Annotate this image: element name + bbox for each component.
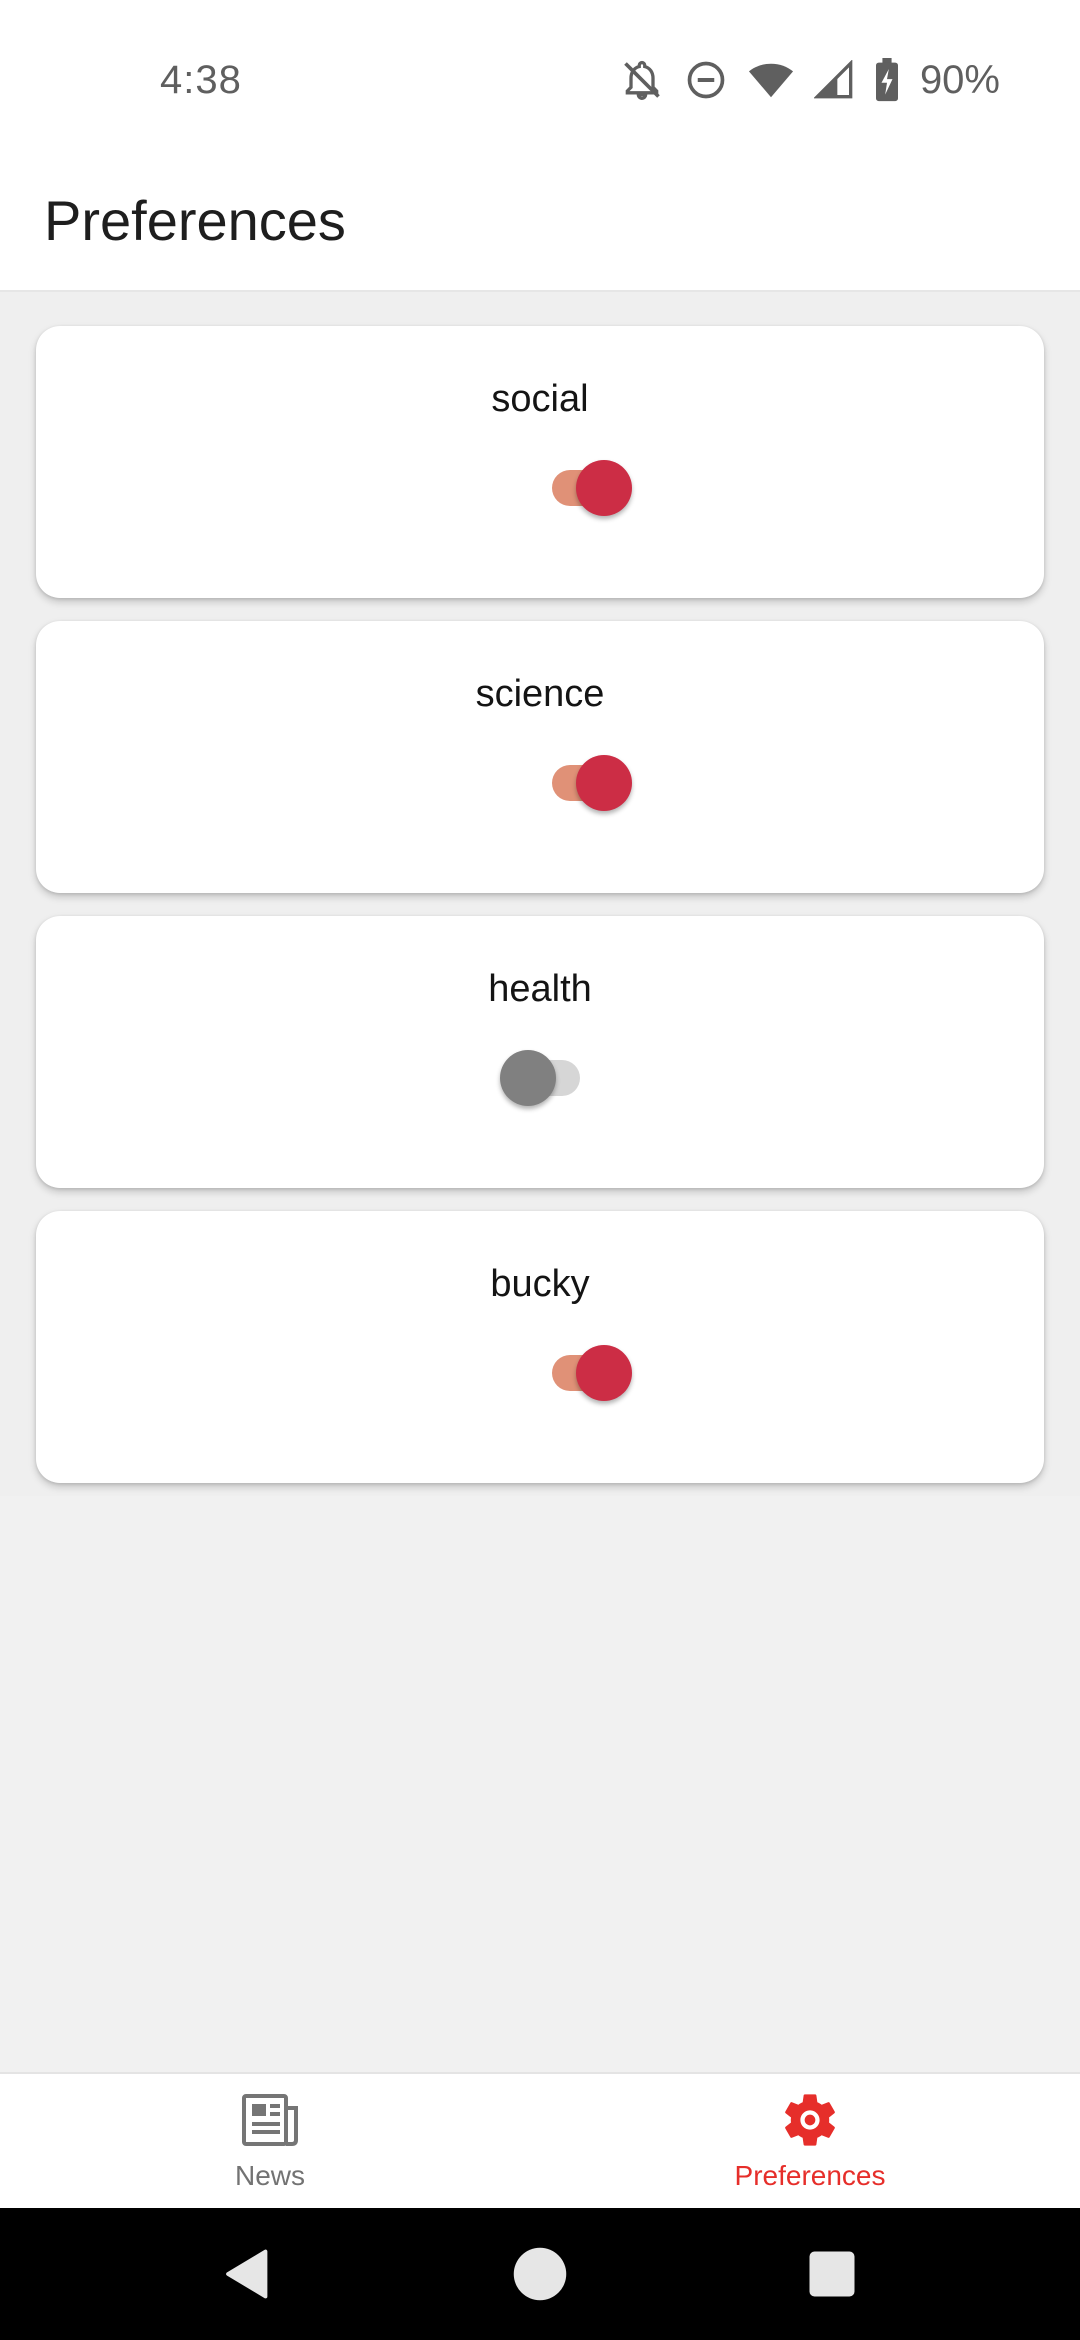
system-navigation-bar — [0, 2208, 1080, 2340]
switch-thumb — [576, 1345, 632, 1401]
preference-label: social — [491, 378, 589, 420]
preferences-list: social science health bucky — [0, 292, 1080, 1496]
preference-card-health: health — [36, 916, 1044, 1188]
preference-label: health — [488, 968, 592, 1010]
bottom-navigation: News Preferences — [0, 2072, 1080, 2210]
notifications-off-icon — [620, 58, 664, 102]
preference-card-social: social — [36, 326, 1044, 598]
preference-card-science: science — [36, 621, 1044, 893]
nav-label-preferences: Preferences — [734, 2160, 886, 2191]
nav-item-news[interactable]: News — [0, 2074, 540, 2210]
preference-card-bucky: bucky — [36, 1211, 1044, 1483]
newspaper-icon — [238, 2088, 302, 2152]
battery-percentage: 90% — [919, 57, 1000, 102]
nav-item-preferences[interactable]: Preferences — [540, 2074, 1080, 2210]
toggle-bucky[interactable] — [530, 1345, 634, 1401]
status-bar: 4:38 90% — [0, 0, 1080, 170]
app-bar: Preferences — [0, 170, 1080, 292]
toggle-science[interactable] — [530, 755, 634, 811]
page-title: Preferences — [44, 189, 346, 252]
toggle-social[interactable] — [530, 460, 634, 516]
recents-icon[interactable] — [802, 2244, 862, 2304]
battery-charging-icon — [874, 58, 900, 102]
wifi-icon — [748, 60, 794, 100]
nav-label-news: News — [234, 2160, 305, 2191]
status-icons: 90% — [620, 56, 1000, 104]
status-time: 4:38 — [160, 58, 242, 102]
home-icon[interactable] — [510, 2244, 570, 2304]
toggle-health[interactable] — [488, 1050, 592, 1106]
gear-icon — [778, 2088, 842, 2152]
switch-thumb — [576, 460, 632, 516]
cellular-signal-icon — [813, 60, 854, 100]
do-not-disturb-icon — [684, 58, 728, 102]
back-icon[interactable] — [218, 2244, 278, 2304]
preference-label: bucky — [490, 1263, 590, 1305]
switch-thumb — [500, 1050, 556, 1106]
preference-label: science — [475, 673, 605, 715]
switch-thumb — [576, 755, 632, 811]
